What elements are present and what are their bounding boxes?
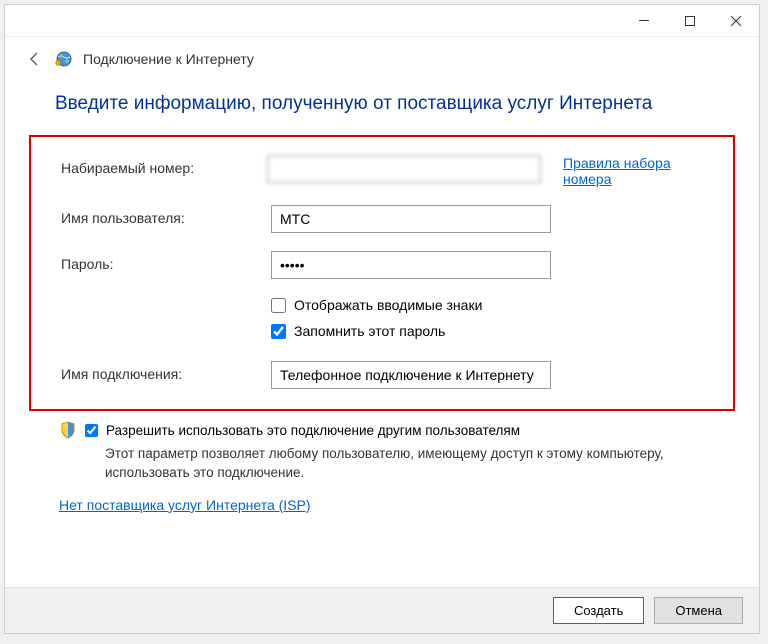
globe-icon: [55, 50, 73, 68]
minimize-button[interactable]: [621, 6, 667, 36]
page-heading: Введите информацию, полученную от постав…: [5, 77, 759, 135]
no-isp-link[interactable]: Нет поставщика услуг Интернета (ISP): [59, 497, 311, 513]
username-label: Имя пользователя:: [61, 205, 271, 226]
close-button[interactable]: [713, 6, 759, 36]
remember-password-checkbox[interactable]: [271, 324, 286, 339]
shield-icon: [59, 421, 77, 439]
below-section: Разрешить использовать это подключение д…: [5, 411, 759, 513]
window-title: Подключение к Интернету: [83, 51, 254, 67]
back-arrow-icon[interactable]: [25, 49, 45, 69]
allow-help-text: Этот параметр позволяет любому пользоват…: [105, 445, 705, 483]
dial-rules-link[interactable]: Правила набора номера: [563, 155, 703, 187]
remember-password-label: Запомнить этот пароль: [294, 323, 445, 339]
maximize-button[interactable]: [667, 6, 713, 36]
allow-others-label: Разрешить использовать это подключение д…: [106, 423, 520, 438]
show-chars-label: Отображать вводимые знаки: [294, 297, 482, 313]
dial-number-label: Набираемый номер:: [61, 155, 267, 176]
header-row: Подключение к Интернету: [5, 37, 759, 77]
cancel-button[interactable]: Отмена: [654, 597, 743, 624]
titlebar: [5, 5, 759, 37]
allow-others-checkbox[interactable]: [85, 424, 98, 437]
connection-name-label: Имя подключения:: [61, 361, 271, 382]
create-button[interactable]: Создать: [553, 597, 644, 624]
form-area: Набираемый номер: Правила набора номера …: [29, 135, 735, 411]
username-input[interactable]: [271, 205, 551, 233]
connection-name-input[interactable]: [271, 361, 551, 389]
password-label: Пароль:: [61, 251, 271, 272]
footer: Создать Отмена: [5, 587, 759, 633]
wizard-window: Подключение к Интернету Введите информац…: [4, 4, 760, 634]
password-input[interactable]: [271, 251, 551, 279]
show-chars-checkbox[interactable]: [271, 298, 286, 313]
dial-number-input[interactable]: [267, 155, 541, 183]
